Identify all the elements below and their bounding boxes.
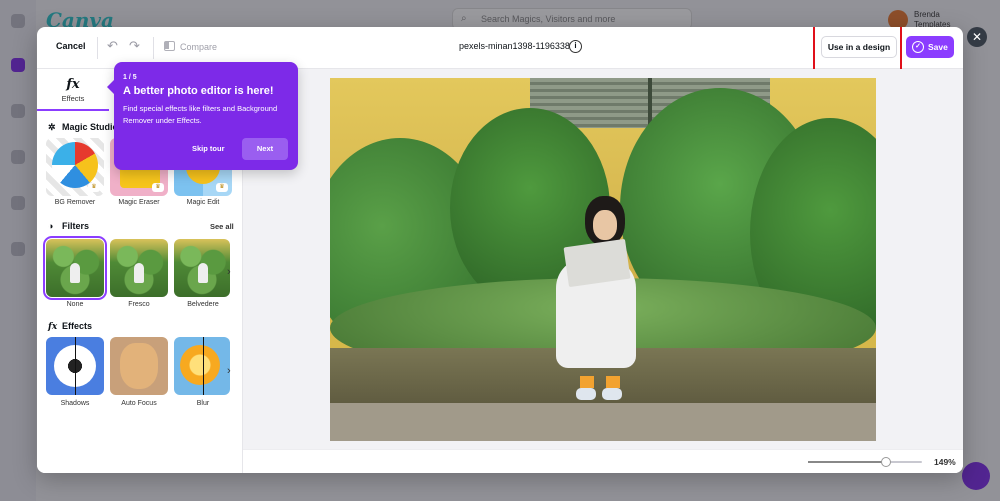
effect-blur-label: Blur [196,400,210,407]
info-icon[interactable]: i [569,40,582,53]
compare-button[interactable]: Compare [180,42,217,52]
filter-none-tile[interactable] [43,236,107,300]
tour-step: 1 / 5 [123,74,137,81]
effects-heading: fx Effects [48,321,93,332]
magic-edit-label: Magic Edit [186,199,220,206]
photo-ground [330,403,876,441]
filters-heading: ◑ Filters [48,221,90,231]
skip-tour-button[interactable]: Skip tour [192,144,225,153]
filters-icon: ◑ [48,221,54,231]
next-button[interactable]: Next [242,138,288,160]
dog-image [120,343,158,389]
chevron-right-icon[interactable]: › [227,365,231,377]
filter-preview-girl [134,263,144,283]
file-name: pexels-minan1398-1196338 [459,41,570,51]
filter-none-label: None [66,301,84,308]
zoom-bar: 149% [243,449,963,473]
photo-book [563,238,631,288]
redo-icon[interactable]: ↷ [129,38,140,54]
magic-studio-heading: ✲ Magic Studio [48,122,118,132]
lemon-image [180,345,220,385]
tab-effects-label: Effects [61,94,85,103]
divider [97,37,98,59]
see-all-filters-link[interactable]: See all [210,222,234,231]
effect-shadows-label: Shadows [60,400,90,407]
zoom-level[interactable]: 149% [934,457,956,467]
magic-eraser-label: Magic Eraser [118,199,160,206]
tab-effects[interactable]: fx Effects [37,69,109,111]
check-icon: ✓ [912,41,924,53]
photo-girl-face [593,210,617,240]
crown-icon: ♛ [216,183,228,192]
filter-preview-girl [70,263,80,283]
cancel-button[interactable]: Cancel [56,41,86,51]
tour-body: Find special effects like filters and Ba… [123,104,278,125]
magic-studio-icon: ✲ [48,122,56,132]
effect-auto-focus-label: Auto Focus [121,400,157,407]
beach-ball-image [52,142,98,188]
effect-blur-tile[interactable] [174,337,230,395]
filter-fresco-label: Fresco [128,301,150,308]
crown-icon: ♛ [152,183,164,192]
use-in-design-button[interactable]: Use in a design [821,36,897,58]
photo-shoe [602,388,622,400]
photo-sock [606,376,620,388]
close-icon[interactable]: ✕ [967,27,987,47]
photo-canvas [243,69,963,449]
split-line [75,337,76,395]
compare-icon[interactable] [164,41,175,51]
filter-belvedere-label: Belvedere [187,301,219,308]
split-line [203,337,204,395]
zoom-slider-handle[interactable] [880,457,891,467]
zoom-slider[interactable] [808,457,922,467]
edited-photo[interactable] [330,78,876,441]
tour-title: A better photo editor is here! [123,85,274,97]
fx-icon: fx [48,322,58,332]
undo-icon[interactable]: ↶ [107,38,118,54]
photo-sock [580,376,594,388]
save-button[interactable]: ✓ Save [906,36,954,58]
zoom-slider-fill [808,461,886,463]
crown-icon: ♛ [88,183,100,192]
fx-icon: fx [66,77,80,92]
filter-preview-girl [198,263,208,283]
bg-remover-tile[interactable]: ♛ [46,138,104,196]
chevron-right-icon[interactable]: › [227,266,231,278]
photo-shoe [576,388,596,400]
divider [153,37,154,59]
filter-fresco-tile[interactable] [110,239,168,297]
effect-auto-focus-tile[interactable] [110,337,168,395]
tour-popover: 1 / 5 A better photo editor is here! Fin… [107,62,298,170]
effect-shadows-tile[interactable] [46,337,104,395]
save-label: Save [928,42,948,52]
filter-belvedere-tile[interactable] [174,239,230,297]
bg-remover-label: BG Remover [54,199,96,206]
